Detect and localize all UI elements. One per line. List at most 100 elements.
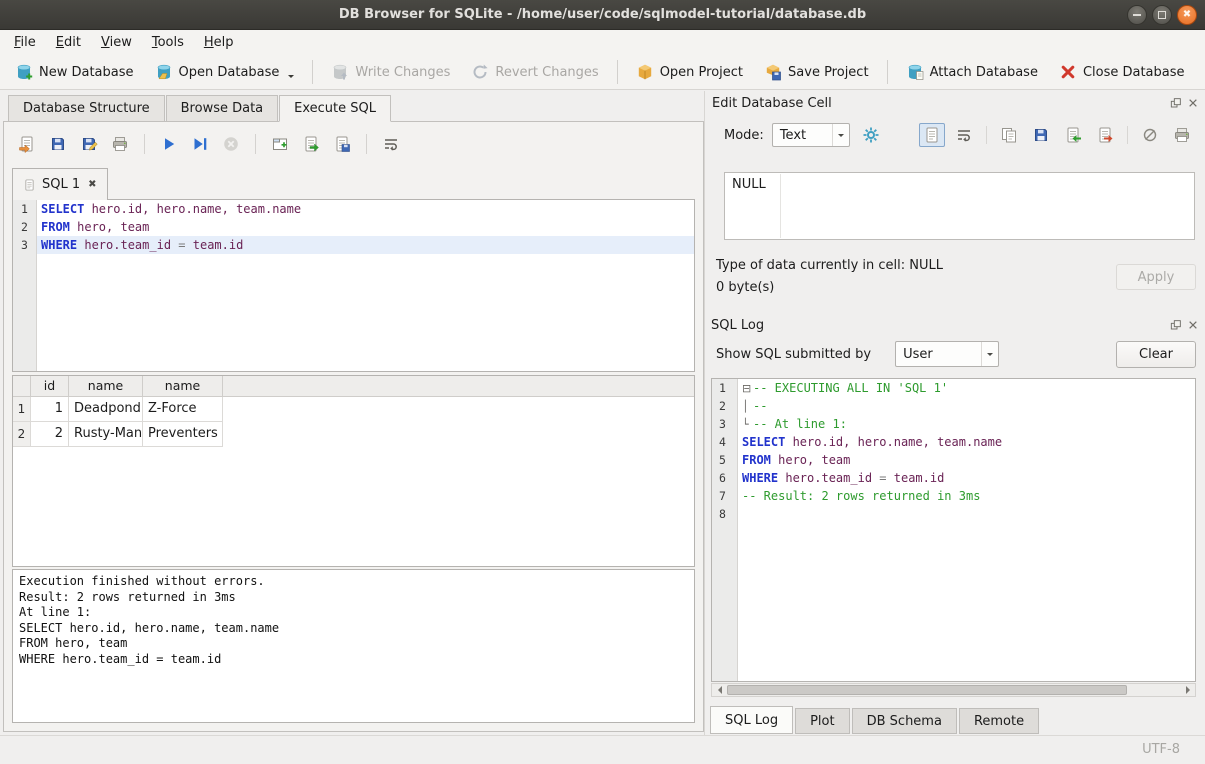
dock-tab-plot[interactable]: Plot [795, 708, 850, 734]
view-as-text-button[interactable] [919, 123, 945, 147]
table-row: 11DeadpondZ-Force [13, 397, 694, 422]
sql-token: -- [753, 399, 767, 413]
maximize-icon [1158, 11, 1166, 19]
log-code-area[interactable]: ⊟-- EXECUTING ALL IN 'SQL 1'│-- └-- At li… [738, 379, 1195, 681]
message-line: Execution finished without errors. [19, 574, 688, 590]
export-cell-button[interactable] [1092, 123, 1118, 147]
chevron-down-icon[interactable] [832, 124, 849, 146]
chevron-down-icon[interactable] [981, 342, 998, 366]
close-database-button[interactable]: Close Database [1050, 59, 1194, 85]
undock-icon[interactable] [1170, 97, 1182, 109]
line-number: 8 [712, 505, 737, 523]
log-filter-select[interactable]: User [895, 341, 999, 367]
cell[interactable]: 2 [31, 422, 69, 447]
new-database-button[interactable]: New Database [6, 59, 143, 85]
fold-marker-icon[interactable]: ⊟ [742, 380, 753, 398]
panel-splitter[interactable] [704, 91, 705, 735]
maximize-button[interactable] [1152, 5, 1172, 25]
undock-icon[interactable] [1170, 319, 1182, 331]
copy-cell-button[interactable] [996, 123, 1022, 147]
minimize-button[interactable] [1127, 5, 1147, 25]
scroll-left-arrow[interactable] [712, 684, 726, 696]
edit-cell-title: Edit Database Cell [712, 96, 832, 111]
close-dock-icon[interactable] [1187, 97, 1199, 109]
log-line: ⊟-- EXECUTING ALL IN 'SQL 1' [738, 379, 1195, 397]
cell-editor[interactable]: NULL [724, 172, 1195, 240]
cell[interactable]: Deadpond [69, 397, 143, 422]
close-button[interactable]: ✖ [1177, 5, 1197, 25]
column-header-name[interactable]: name [69, 376, 143, 396]
sql-token: = [879, 471, 886, 485]
cell[interactable]: Z-Force [143, 397, 223, 422]
save-project-button[interactable]: Save Project [755, 59, 878, 85]
toolbar-separator [1127, 126, 1128, 144]
execute-all-button[interactable] [156, 131, 182, 157]
save-cell-button[interactable] [1028, 123, 1054, 147]
editor-line: WHERE hero.team_id = team.id [37, 236, 694, 254]
column-header-id[interactable]: id [31, 376, 69, 396]
sql-doc-tab[interactable]: SQL 1✖ [12, 168, 108, 200]
messages-pane[interactable]: Execution finished without errors.Result… [12, 569, 695, 723]
open-project-button[interactable]: Open Project [627, 59, 752, 85]
scroll-right-arrow[interactable] [1181, 684, 1195, 696]
dock-tab-remote[interactable]: Remote [959, 708, 1039, 734]
close-tab-icon[interactable]: ✖ [88, 179, 96, 190]
print-cell-button[interactable] [1169, 123, 1195, 147]
titlebar[interactable]: DB Browser for SQLite - /home/user/code/… [0, 0, 1205, 30]
print-sql-button[interactable] [107, 131, 133, 157]
word-wrap-button[interactable] [951, 123, 977, 147]
tab-execute-sql[interactable]: Execute SQL [279, 95, 391, 122]
close-dock-icon[interactable] [1187, 319, 1199, 331]
tab-browse-data[interactable]: Browse Data [166, 95, 279, 122]
stop-button [218, 131, 244, 157]
set-null-button[interactable] [1137, 123, 1163, 147]
mode-select[interactable]: Text [772, 123, 850, 147]
scrollbar-track[interactable] [726, 684, 1181, 696]
line-number: 3 [13, 236, 36, 254]
open-file-in-tab-icon [302, 135, 320, 153]
dropdown-caret-icon[interactable] [288, 75, 294, 81]
execute-line-button[interactable] [187, 131, 213, 157]
revert-changes-icon [471, 63, 489, 81]
new-tab-button[interactable] [267, 131, 293, 157]
tab-database-structure[interactable]: Database Structure [8, 95, 165, 122]
save-sql-as-button[interactable] [76, 131, 102, 157]
sql-editor[interactable]: 123 SELECT hero.id, hero.name, team.name… [12, 199, 695, 372]
cell[interactable]: 1 [31, 397, 69, 422]
menu-file[interactable]: File [4, 32, 46, 53]
menu-help[interactable]: Help [194, 32, 244, 53]
menu-tools[interactable]: Tools [142, 32, 194, 53]
clear-button[interactable]: Clear [1116, 341, 1196, 368]
results-corner[interactable] [13, 376, 31, 396]
row-number[interactable]: 1 [13, 397, 31, 422]
toolbar-button-label: Open Project [660, 65, 743, 80]
attach-database-button[interactable]: Attach Database [897, 59, 1047, 85]
export-cell-icon [1096, 126, 1114, 144]
save-results-button[interactable] [329, 131, 355, 157]
cell[interactable]: Rusty-Man [69, 422, 143, 447]
save-sql-file-button[interactable] [45, 131, 71, 157]
editor-code-area[interactable]: SELECT hero.id, hero.name, team.nameFROM… [37, 200, 694, 371]
line-number: 1 [13, 200, 36, 218]
fold-marker-icon[interactable]: └ [742, 416, 753, 434]
dock-tab-db-schema[interactable]: DB Schema [852, 708, 957, 734]
menu-view[interactable]: View [91, 32, 142, 53]
open-sql-file-button[interactable] [14, 131, 40, 157]
open-database-button[interactable]: Open Database [146, 59, 304, 85]
import-cell-button[interactable] [1060, 123, 1086, 147]
word-wrap-button[interactable] [378, 131, 404, 157]
scrollbar-thumb[interactable] [727, 685, 1127, 695]
log-line: └-- At line 1: [738, 415, 1195, 433]
cell[interactable]: Preventers [143, 422, 223, 447]
column-header-name[interactable]: name [143, 376, 223, 396]
fold-marker-icon[interactable]: │ [742, 398, 753, 416]
window-title: DB Browser for SQLite - /home/user/code/… [0, 0, 1205, 30]
open-file-in-tab-button[interactable] [298, 131, 324, 157]
row-number[interactable]: 2 [13, 422, 31, 447]
dock-tab-sql-log[interactable]: SQL Log [710, 706, 793, 734]
sql-log-view[interactable]: 12345678 ⊟-- EXECUTING ALL IN 'SQL 1'│--… [711, 378, 1196, 682]
log-horizontal-scrollbar[interactable] [711, 683, 1196, 697]
menu-edit[interactable]: Edit [46, 32, 91, 53]
results-body: 11DeadpondZ-Force22Rusty-ManPreventers [13, 397, 694, 447]
auto-switch-mode-button[interactable] [858, 123, 884, 147]
